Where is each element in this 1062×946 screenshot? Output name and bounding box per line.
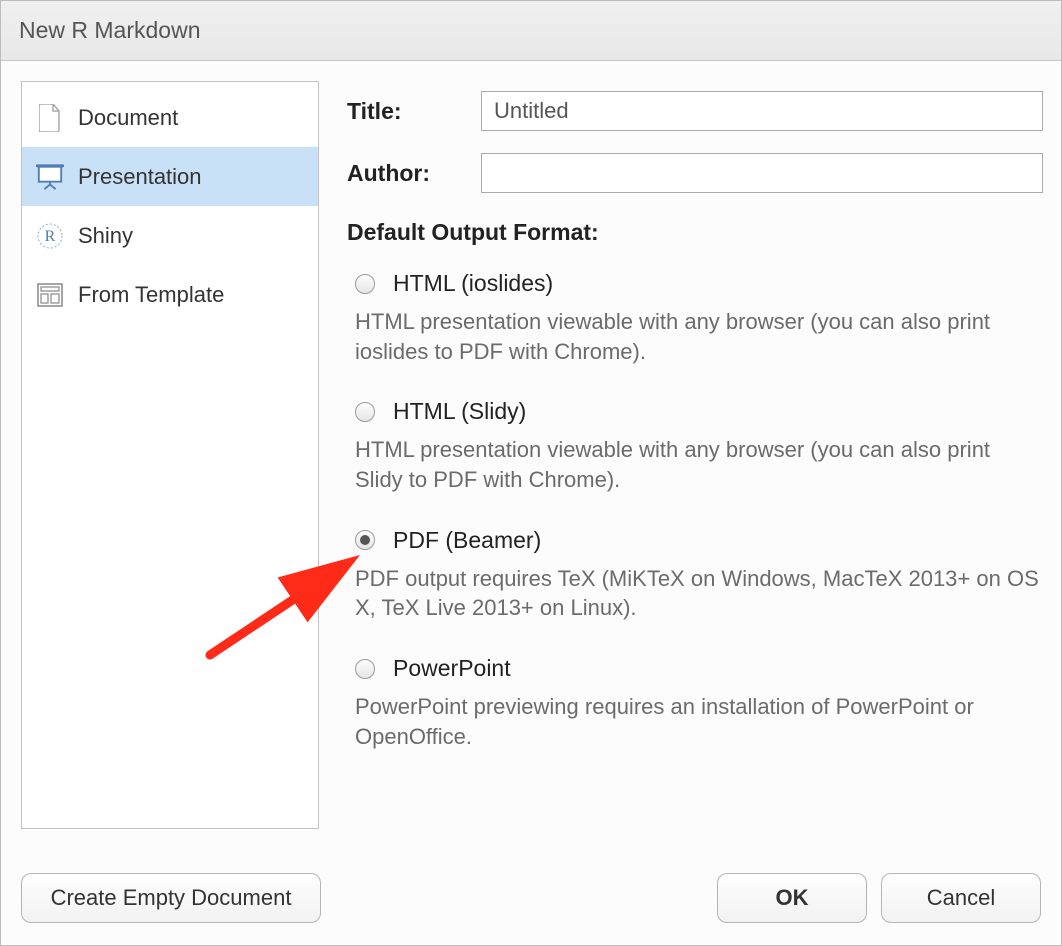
shiny-icon: R [36, 222, 64, 250]
sidebar-item-from-template[interactable]: From Template [22, 265, 318, 324]
format-title: PDF (Beamer) [393, 527, 541, 554]
dialog-footer: Create Empty Document OK Cancel [1, 867, 1061, 945]
output-format-label: Default Output Format: [347, 219, 1043, 246]
radio-ioslides[interactable] [355, 274, 375, 294]
radio-beamer[interactable] [355, 530, 375, 550]
ok-button[interactable]: OK [717, 873, 867, 923]
dialog-content: Document Presentation [1, 61, 1061, 867]
sidebar-item-shiny[interactable]: R Shiny [22, 206, 318, 265]
author-label: Author: [347, 160, 457, 187]
sidebar-item-label: Shiny [78, 223, 133, 249]
format-title: PowerPoint [393, 655, 511, 682]
title-label: Title: [347, 98, 457, 125]
format-description: HTML presentation viewable with any brow… [355, 435, 1043, 494]
dialog-title: New R Markdown [19, 17, 201, 44]
title-input[interactable] [481, 91, 1043, 131]
format-option-ioslides: HTML (ioslides) HTML presentation viewab… [347, 270, 1043, 366]
dialog-titlebar: New R Markdown [1, 1, 1061, 61]
sidebar-item-document[interactable]: Document [22, 88, 318, 147]
format-title: HTML (Slidy) [393, 398, 526, 425]
format-description: HTML presentation viewable with any brow… [355, 307, 1043, 366]
author-input[interactable] [481, 153, 1043, 193]
sidebar-item-label: From Template [78, 282, 224, 308]
format-description: PowerPoint previewing requires an instal… [355, 692, 1043, 751]
format-option-slidy: HTML (Slidy) HTML presentation viewable … [347, 398, 1043, 494]
template-icon [36, 281, 64, 309]
sidebar-item-label: Presentation [78, 164, 202, 190]
sidebar-item-presentation[interactable]: Presentation [22, 147, 318, 206]
format-option-powerpoint: PowerPoint PowerPoint previewing require… [347, 655, 1043, 751]
document-icon [36, 104, 64, 132]
cancel-button[interactable]: Cancel [881, 873, 1041, 923]
svg-text:R: R [45, 228, 56, 245]
new-rmarkdown-dialog: New R Markdown Document [0, 0, 1062, 946]
sidebar-item-label: Document [78, 105, 178, 131]
create-empty-document-button[interactable]: Create Empty Document [21, 873, 321, 923]
radio-slidy[interactable] [355, 402, 375, 422]
title-row: Title: [347, 91, 1043, 131]
main-panel: Title: Author: Default Output Format: HT… [347, 81, 1043, 857]
presentation-icon [36, 163, 64, 191]
format-title: HTML (ioslides) [393, 270, 553, 297]
radio-powerpoint[interactable] [355, 659, 375, 679]
format-description: PDF output requires TeX (MiKTeX on Windo… [355, 564, 1043, 623]
sidebar: Document Presentation [21, 81, 319, 829]
format-option-beamer: PDF (Beamer) PDF output requires TeX (Mi… [347, 527, 1043, 623]
author-row: Author: [347, 153, 1043, 193]
